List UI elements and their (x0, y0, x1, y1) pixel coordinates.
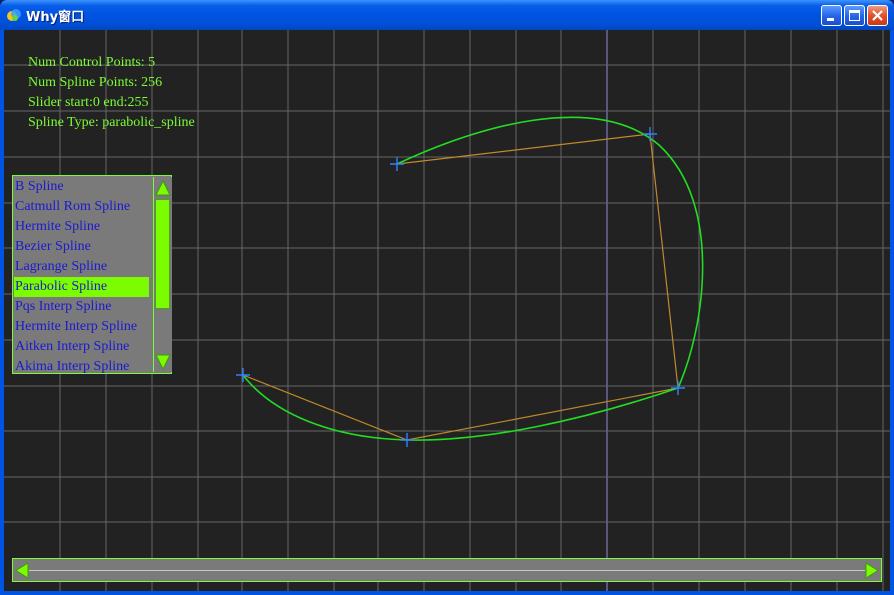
list-item-hermite-interp-spline[interactable]: Hermite Interp Spline (14, 317, 149, 337)
list-item-b-spline[interactable]: B Spline (14, 177, 149, 197)
list-item-hermite-spline[interactable]: Hermite Spline (14, 217, 149, 237)
scroll-down-arrow-icon[interactable] (155, 353, 171, 371)
app-icon (7, 9, 21, 21)
spline-curve (242, 116, 704, 441)
control-point-marker[interactable] (671, 381, 685, 395)
list-item-lagrange-spline[interactable]: Lagrange Spline (14, 257, 149, 277)
list-scrollbar[interactable] (153, 177, 172, 372)
list-item-aitken-interp-spline[interactable]: Aitken Interp Spline (14, 337, 149, 357)
app-window: Why窗口 Num Control Points: 5 Num Spline P… (0, 0, 894, 595)
spline-type-label: Spline Type: parabolic_spline (28, 115, 195, 130)
range-slider[interactable] (12, 558, 882, 582)
control-polygon (242, 133, 679, 441)
slider-range-label: Slider start:0 end:255 (28, 95, 149, 110)
list-scroll-thumb[interactable] (155, 199, 170, 309)
slider-end-handle-icon[interactable] (865, 562, 879, 579)
scroll-up-arrow-icon[interactable] (155, 179, 171, 197)
list-item-pqs-interp-spline[interactable]: Pqs Interp Spline (14, 297, 149, 317)
minimize-button[interactable] (821, 5, 842, 26)
maximize-icon (849, 10, 860, 21)
slider-start-handle-icon[interactable] (15, 562, 29, 579)
list-item-bezier-spline[interactable]: Bezier Spline (14, 237, 149, 257)
canvas-area[interactable]: Num Control Points: 5 Num Spline Points:… (4, 30, 890, 591)
control-point-marker[interactable] (643, 127, 657, 141)
num-spline-points-label: Num Spline Points: 256 (28, 75, 163, 90)
title-bar[interactable]: Why窗口 (0, 0, 894, 30)
list-item-akima-interp-spline[interactable]: Akima Interp Spline (14, 357, 149, 377)
minimize-icon (827, 18, 834, 21)
close-icon (872, 10, 883, 21)
list-item-catmull-rom-spline[interactable]: Catmull Rom Spline (14, 197, 149, 217)
num-control-points-label: Num Control Points: 5 (28, 55, 156, 70)
spline-type-list[interactable]: B Spline Catmull Rom Spline Hermite Spli… (12, 175, 172, 374)
control-point-marker[interactable] (400, 433, 414, 447)
window-bottom-border (0, 591, 894, 595)
maximize-button[interactable] (844, 5, 865, 26)
close-button[interactable] (867, 5, 888, 26)
window-title: Why窗口 (26, 10, 85, 25)
slider-track (29, 570, 865, 571)
list-item-parabolic-spline[interactable]: Parabolic Spline (14, 277, 149, 297)
control-point-marker[interactable] (390, 157, 404, 171)
